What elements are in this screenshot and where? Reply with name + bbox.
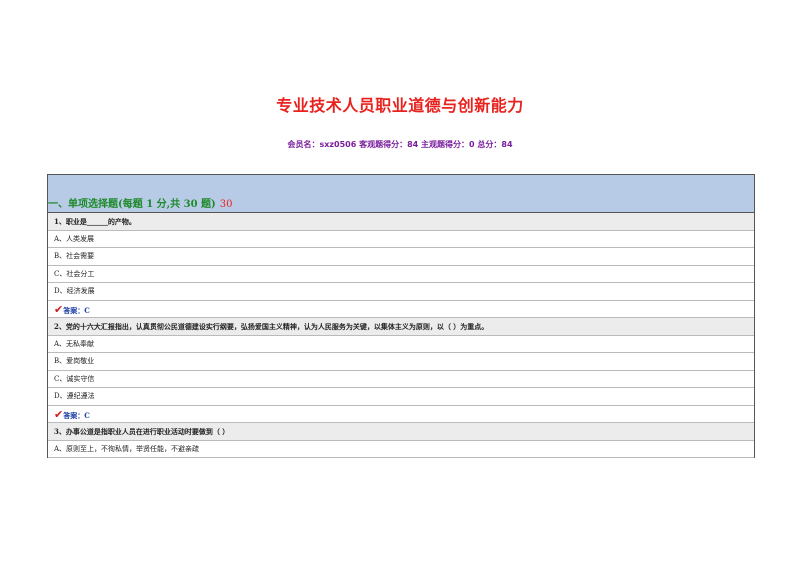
section-title-text: 一、单项选择题(每题 1 分,共 30 题) [48, 199, 216, 210]
option-row: A、原则至上，不徇私情，举贤任能，不避亲疏 [48, 440, 754, 458]
question-1: 1、职业是______的产物。 [48, 213, 754, 231]
score-line: 会员名：sxz0506 客观题得分：84 主观题得分：0 总分：84 [0, 139, 800, 150]
checkmark-icon: ✔ [54, 407, 64, 421]
option-row: A、人类发展 [48, 230, 754, 248]
section-title: 一、单项选择题(每题 1 分,共 30 题) 30 [48, 195, 232, 210]
option-row: D、经济发展 [48, 283, 754, 301]
quiz-table: 一、单项选择题(每题 1 分,共 30 题) 30 1、职业是______的产物。… [47, 174, 755, 458]
answer-text: 答案：C [63, 410, 90, 420]
option-row: B、社会需要 [48, 248, 754, 266]
section-header: 一、单项选择题(每题 1 分,共 30 题) 30 [48, 175, 754, 213]
option-row: A、无私奉献 [48, 335, 754, 353]
member-label: 会员名： [287, 140, 320, 149]
total-score: 84 [501, 140, 513, 149]
section-score: 30 [219, 199, 233, 210]
objective-score: 84 [407, 140, 419, 149]
question-3: 3、办事公道是指职业人员在进行职业活动时要做到（ ） [48, 423, 754, 441]
question-2: 2、党的十六大汇报指出，认真贯彻公民道德建设实行纲要，弘扬爱国主义精神，认为人民… [48, 318, 754, 336]
subjective-score: 0 [469, 140, 475, 149]
objective-label: 客观题得分： [359, 140, 408, 149]
checkmark-icon: ✔ [54, 302, 64, 316]
answer-row: ✔答案：C [48, 300, 754, 318]
option-row: B、爱岗敬业 [48, 353, 754, 371]
option-row: C、社会分工 [48, 265, 754, 283]
total-label: 总分： [477, 140, 502, 149]
answer-row: ✔答案：C [48, 405, 754, 423]
option-row: D、遵纪遵法 [48, 388, 754, 406]
member-name: sxz0506 [319, 140, 357, 149]
answer-text: 答案：C [63, 305, 90, 315]
page-title: 专业技术人员职业道德与创新能力 [276, 96, 524, 115]
option-row: C、诚实守信 [48, 370, 754, 388]
subjective-label: 主观题得分： [421, 140, 470, 149]
